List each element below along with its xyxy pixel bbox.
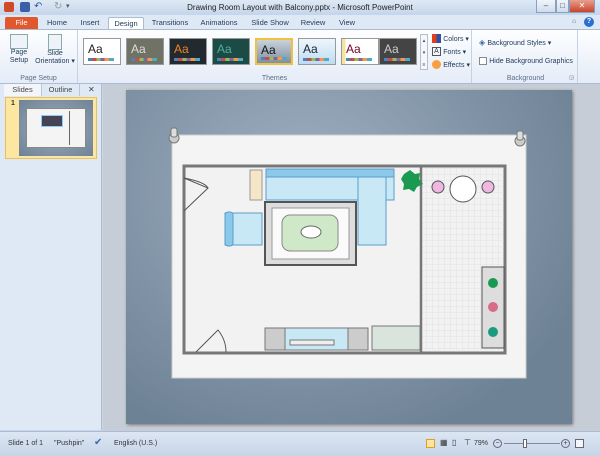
theme-name: "Pushpin" bbox=[54, 440, 85, 447]
zoom-slider-thumb[interactable] bbox=[523, 439, 528, 448]
slides-pane: Slides Outline ✕ 1 bbox=[0, 84, 102, 430]
theme-4[interactable]: Aa bbox=[212, 38, 250, 65]
language[interactable]: English (U.S.) bbox=[114, 440, 157, 447]
zoom-out-button[interactable]: − bbox=[493, 439, 502, 448]
pane-tab-slides[interactable]: Slides bbox=[4, 84, 42, 96]
pushpin-icon bbox=[514, 130, 526, 147]
page-setup-button[interactable]: Page Setup bbox=[4, 32, 34, 72]
reading-view-button[interactable]: ▯ bbox=[452, 438, 456, 447]
effects-icon bbox=[432, 60, 441, 70]
window-title: Drawing Room Layout with Balcony.pptx - … bbox=[187, 3, 413, 12]
slide-orientation-icon bbox=[48, 34, 62, 50]
slide-orientation-button[interactable]: Slide Orientation ▾ bbox=[34, 32, 76, 72]
thumbnail-image bbox=[19, 100, 93, 156]
minimize-button[interactable]: – bbox=[536, 0, 556, 13]
page-setup-group-label: Page Setup bbox=[20, 75, 57, 82]
help-icon[interactable]: ? bbox=[584, 17, 594, 27]
status-bar: Slide 1 of 1 "Pushpin" ✔ English (U.S.) … bbox=[0, 431, 600, 456]
colors-icon bbox=[432, 34, 441, 44]
tv-cabinet bbox=[264, 327, 369, 351]
thumbnail-wall bbox=[69, 111, 70, 145]
themes-group: Aa Aa Aa Aa Aa Aa Aa Aa ▴ ▾ ≡ Themes bbox=[78, 30, 472, 83]
slide-count: Slide 1 of 1 bbox=[8, 440, 44, 447]
checkbox-icon bbox=[479, 56, 487, 65]
armchair bbox=[224, 211, 263, 247]
themes-scroll[interactable]: ▴ ▾ ≡ bbox=[420, 34, 428, 70]
themes-group-label: Themes bbox=[261, 75, 288, 82]
chair-icon bbox=[431, 180, 445, 194]
maximize-button[interactable]: □ bbox=[556, 0, 569, 13]
close-pane-icon[interactable]: ✕ bbox=[88, 85, 95, 94]
theme-8[interactable]: Aa bbox=[379, 38, 417, 65]
planter-box bbox=[481, 266, 505, 349]
theme-pushpin-selected[interactable]: Aa bbox=[255, 38, 293, 65]
theme-7[interactable]: Aa bbox=[341, 38, 379, 65]
normal-view-button[interactable] bbox=[426, 439, 435, 448]
background-group-label: Background bbox=[506, 75, 545, 82]
hide-background-graphics-checkbox[interactable]: Hide Background Graphics bbox=[479, 56, 573, 65]
colors-button[interactable]: Colors ▾ bbox=[432, 34, 469, 44]
page-setup-group: Page Setup Slide Orientation ▾ Page Setu… bbox=[0, 30, 78, 83]
shoe-rack bbox=[371, 325, 421, 351]
zoom-level[interactable]: 79% bbox=[474, 440, 488, 447]
ribbon-tabs: File Home Insert Design Transitions Anim… bbox=[0, 15, 600, 30]
theme-3[interactable]: Aa bbox=[169, 38, 207, 65]
dialog-launcher-icon[interactable]: ◲ bbox=[569, 75, 574, 81]
fit-to-window-button[interactable] bbox=[575, 439, 584, 448]
fonts-button[interactable]: A Fonts ▾ bbox=[432, 47, 466, 57]
fonts-icon: A bbox=[432, 47, 441, 57]
minimize-ribbon-icon[interactable]: ⌂ bbox=[572, 18, 576, 25]
page-setup-icon bbox=[10, 34, 28, 49]
pushpin-icon bbox=[168, 127, 180, 144]
background-group: ◈ Background Styles ▾ Hide Background Gr… bbox=[474, 30, 578, 83]
background-styles-button[interactable]: ◈ Background Styles ▾ bbox=[479, 38, 551, 47]
chair-icon bbox=[481, 180, 495, 194]
round-table bbox=[449, 175, 477, 203]
theme-2[interactable]: Aa bbox=[126, 38, 164, 65]
slide-thumbnail[interactable]: 1 bbox=[5, 97, 97, 159]
slide-number: 1 bbox=[11, 100, 15, 107]
effects-button[interactable]: Effects ▾ bbox=[432, 60, 470, 70]
zoom-in-button[interactable]: + bbox=[561, 439, 570, 448]
slide-canvas[interactable] bbox=[126, 90, 572, 424]
title-bar: ↶ ↻ ▾ Drawing Room Layout with Balcony.p… bbox=[0, 0, 600, 15]
fruit-bowl-icon bbox=[300, 225, 322, 239]
close-button[interactable]: ✕ bbox=[569, 0, 595, 13]
thumbnail-furniture bbox=[41, 115, 63, 127]
slide-sorter-button[interactable]: ▦ bbox=[440, 438, 448, 447]
side-table bbox=[249, 169, 263, 201]
slide-show-button[interactable]: ⊤ bbox=[464, 438, 471, 447]
background-styles-icon: ◈ bbox=[479, 38, 486, 47]
zoom-slider[interactable] bbox=[504, 443, 560, 444]
theme-6[interactable]: Aa bbox=[298, 38, 336, 65]
floor-plan-drawing bbox=[168, 127, 527, 379]
thumbnail-paper bbox=[26, 108, 86, 148]
ribbon: Page Setup Slide Orientation ▾ Page Setu… bbox=[0, 29, 600, 84]
spell-check-icon[interactable]: ✔ bbox=[94, 437, 102, 448]
theme-office[interactable]: Aa bbox=[83, 38, 121, 65]
pane-tab-outline[interactable]: Outline bbox=[42, 84, 80, 96]
